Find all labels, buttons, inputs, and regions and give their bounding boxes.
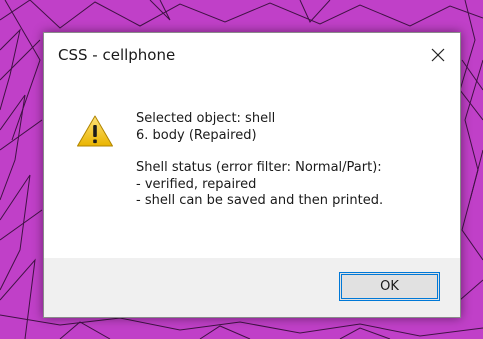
dialog-footer: OK <box>44 258 460 317</box>
dialog-message: Selected object: shell 6. body (Repaired… <box>136 111 383 210</box>
dialog-content: Selected object: shell 6. body (Repaired… <box>44 77 460 251</box>
warning-icon <box>77 115 113 147</box>
ok-button[interactable]: OK <box>339 272 440 301</box>
dialog-titlebar: CSS - cellphone <box>44 33 460 77</box>
message-line-selected-object: Selected object: shell <box>136 111 276 126</box>
message-line-printable: - shell can be saved and then printed. <box>136 193 384 208</box>
close-icon <box>431 48 445 62</box>
message-dialog: CSS - cellphone Selected object: shell 6… <box>43 32 461 318</box>
message-line-verified: - verified, repaired <box>136 176 257 192</box>
message-line-shell-status: Shell status (error filter: Normal/Part)… <box>136 160 382 175</box>
close-button[interactable] <box>416 33 460 77</box>
message-line-body: 6. body (Repaired) <box>136 127 257 143</box>
dialog-title: CSS - cellphone <box>58 46 176 64</box>
